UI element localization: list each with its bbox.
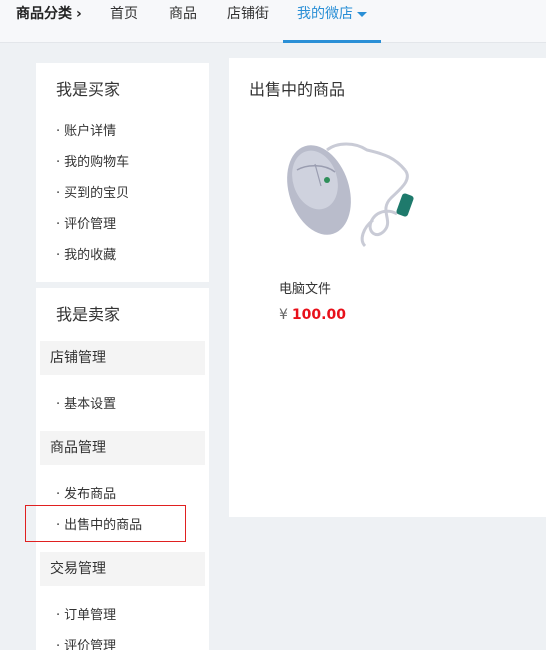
link-label: 我的收藏 xyxy=(64,248,117,263)
nav-goods[interactable]: 商品 xyxy=(169,0,197,43)
link-label: 评价管理 xyxy=(64,639,117,650)
link-basic-settings[interactable]: · 基本设置 xyxy=(56,393,116,412)
link-label: 基本设置 xyxy=(64,397,117,412)
group-trade-management: 交易管理 xyxy=(40,552,205,586)
nav-my-shop[interactable]: 我的微店 xyxy=(283,0,381,43)
link-publish-goods[interactable]: · 发布商品 xyxy=(56,483,116,502)
nav-home[interactable]: 首页 xyxy=(110,0,138,43)
link-label: 评价管理 xyxy=(64,217,117,232)
product-name[interactable]: 电脑文件 xyxy=(279,278,331,297)
seller-panel-title: 我是卖家 xyxy=(56,305,121,324)
price-value: 100.00 xyxy=(291,307,346,323)
seller-panel: 我是卖家 店铺管理 · 基本设置 商品管理 · 发布商品 · 出售中的商品 交易管理 … xyxy=(36,288,209,650)
top-navigation: 商品分类 › 首页 商品 店铺街 我的微店 xyxy=(0,0,546,43)
category-menu[interactable]: 商品分类 › xyxy=(16,0,82,43)
link-favorites[interactable]: · 我的收藏 xyxy=(56,244,116,263)
link-buyer-reviews[interactable]: · 评价管理 xyxy=(56,213,116,232)
nav-my-shop-label: 我的微店 xyxy=(297,6,353,22)
link-order-management[interactable]: · 订单管理 xyxy=(56,604,116,623)
link-my-cart[interactable]: · 我的购物车 xyxy=(56,151,129,170)
caret-down-icon xyxy=(357,11,367,17)
currency-symbol: ¥ xyxy=(279,307,288,323)
link-seller-reviews[interactable]: · 评价管理 xyxy=(56,635,116,650)
link-label: 订单管理 xyxy=(64,608,117,623)
page-title: 出售中的商品 xyxy=(249,80,346,99)
group-goods-management: 商品管理 xyxy=(40,431,205,465)
chevron-right-icon: › xyxy=(76,6,82,22)
group-shop-management: 店铺管理 xyxy=(40,341,205,375)
category-menu-label: 商品分类 xyxy=(16,6,72,22)
main-content: 出售中的商品 电脑文件 ¥100.00 xyxy=(229,58,546,517)
product-image[interactable] xyxy=(275,128,421,266)
link-account-details[interactable]: · 账户详情 xyxy=(56,120,116,139)
link-label: 买到的宝贝 xyxy=(64,186,130,201)
product-price: ¥100.00 xyxy=(279,307,346,323)
nav-shop-street[interactable]: 店铺街 xyxy=(227,0,269,43)
link-purchased-items[interactable]: · 买到的宝贝 xyxy=(56,182,129,201)
buyer-panel-title: 我是买家 xyxy=(56,80,121,99)
active-item-highlight xyxy=(25,505,186,542)
link-label: 账户详情 xyxy=(64,124,117,139)
link-label: 我的购物车 xyxy=(64,155,130,170)
buyer-panel: 我是买家 · 账户详情 · 我的购物车 · 买到的宝贝 · 评价管理 · 我的收藏 xyxy=(36,63,209,282)
link-label: 发布商品 xyxy=(64,487,117,502)
